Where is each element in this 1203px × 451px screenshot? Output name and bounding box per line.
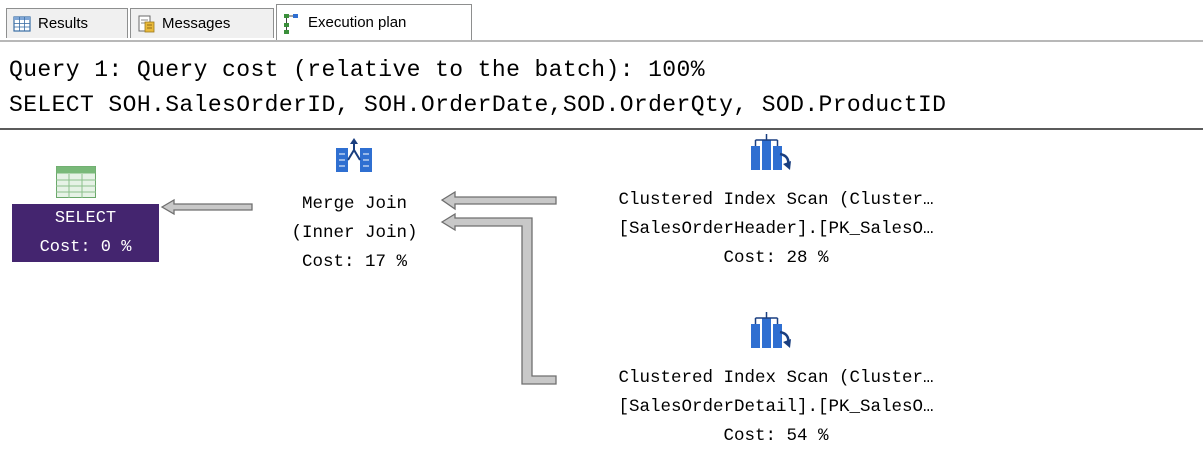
tab-execution-plan-label: Execution plan	[308, 14, 407, 31]
arrow-scan-detail-to-merge	[440, 212, 557, 385]
result-table-icon	[56, 166, 96, 202]
scan-detail-object: [SalesOrderDetail].[PK_SalesO…	[618, 397, 934, 417]
tab-execution-plan[interactable]: Execution plan	[276, 4, 472, 40]
query-cost-line: Query 1: Query cost (relative to the bat…	[9, 57, 705, 83]
arrow-scan-header-to-merge	[440, 190, 557, 211]
grid-icon	[12, 14, 32, 34]
scan-header-name: Clustered Index Scan (Cluster…	[618, 190, 934, 210]
merge-join-name: Merge Join	[301, 194, 408, 214]
scan-detail-name: Clustered Index Scan (Cluster…	[618, 368, 934, 388]
scan-header-cost: Cost: 28 %	[723, 248, 829, 268]
tab-messages-label: Messages	[162, 15, 231, 32]
tab-results-label: Results	[38, 15, 89, 32]
scan-header-text: Clustered Index Scan (Cluster… [SalesOrd…	[556, 186, 996, 273]
merge-join-icon	[334, 138, 374, 178]
select-node-box: SELECT Cost: 0 %	[12, 204, 159, 262]
merge-join-cost: Cost: 17 %	[301, 252, 408, 272]
query-header: Query 1: Query cost (relative to the bat…	[0, 42, 1203, 130]
execution-plan-icon	[282, 13, 302, 34]
clustered-index-scan-icon	[750, 134, 792, 176]
arrow-merge-to-select	[160, 198, 253, 216]
select-node-cost: Cost: 0 %	[39, 238, 132, 257]
query-text-line: SELECT SOH.SalesOrderID, SOH.OrderDate,S…	[9, 92, 947, 118]
scan-detail-text: Clustered Index Scan (Cluster… [SalesOrd…	[556, 364, 996, 451]
merge-join-text: Merge Join (Inner Join) Cost: 17 %	[262, 190, 447, 277]
clustered-index-scan-icon	[750, 312, 792, 354]
tab-results[interactable]: Results	[6, 8, 128, 38]
execution-plan-canvas: SELECT Cost: 0 % Merge Join (Inner Join)…	[0, 130, 1203, 447]
select-node-name: SELECT	[54, 209, 117, 228]
messages-icon	[136, 14, 156, 34]
results-tabstrip: Results Messages Execution plan	[0, 0, 1203, 44]
merge-join-detail: (Inner Join)	[291, 223, 418, 243]
tab-messages[interactable]: Messages	[130, 8, 274, 38]
scan-header-object: [SalesOrderHeader].[PK_SalesO…	[618, 219, 934, 239]
